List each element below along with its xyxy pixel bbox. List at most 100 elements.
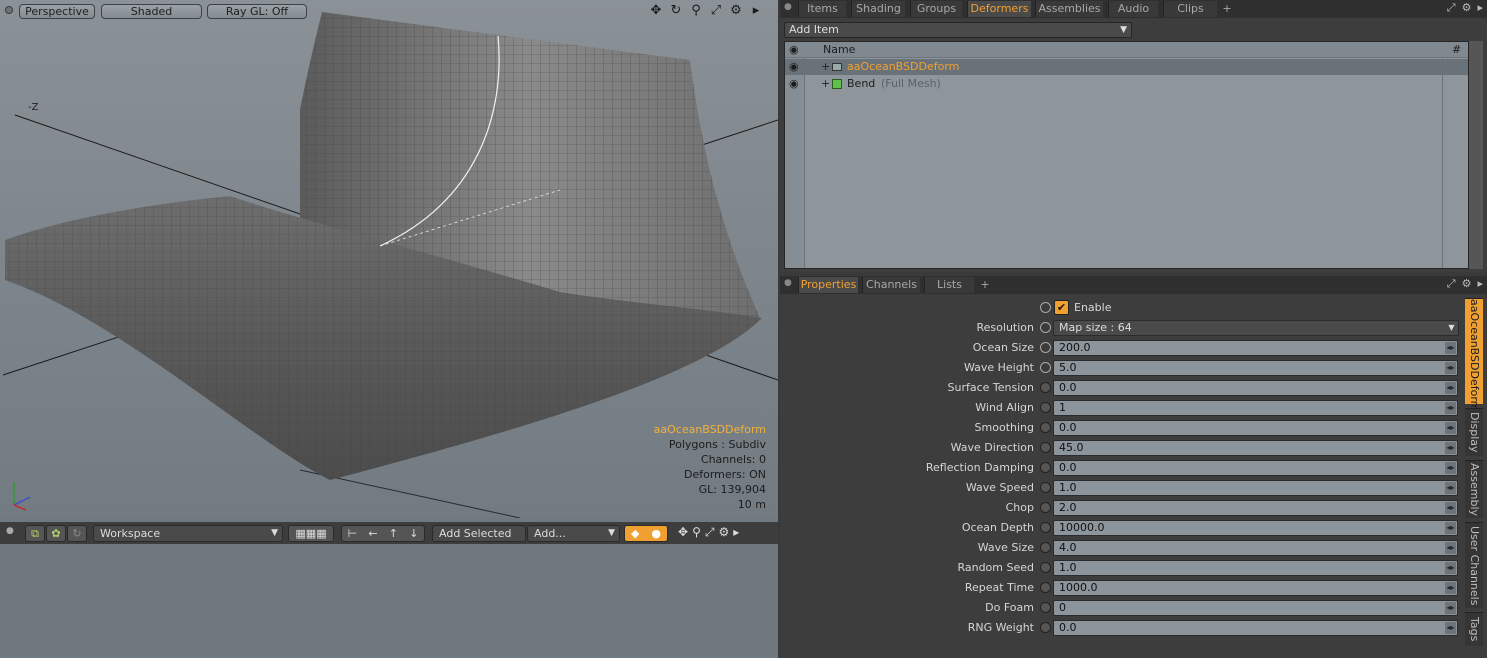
tab-items[interactable]: Items [798, 1, 846, 17]
tab-clips[interactable]: Clips [1163, 1, 1217, 17]
side-tab-assembly[interactable]: Assembly [1465, 460, 1483, 518]
gear-icon[interactable]: ⚙ [718, 525, 729, 540]
property-dropdown[interactable]: Map size : 64 ▼ [1053, 320, 1459, 336]
property-input[interactable]: 0.0 ◂▸ [1053, 460, 1458, 476]
channel-dot[interactable] [1040, 462, 1051, 473]
expand-icon[interactable]: ⤢ [1447, 277, 1456, 291]
property-input[interactable]: 10000.0 ◂▸ [1053, 520, 1458, 536]
eye-icon[interactable]: ◉ [789, 76, 799, 92]
panel-menu-dot[interactable]: ● [784, 278, 792, 288]
channel-dot[interactable] [1040, 502, 1051, 513]
move-icon[interactable]: ✥ [648, 3, 664, 19]
column-hash[interactable]: # [1452, 43, 1461, 56]
gear-icon[interactable]: ⚙ [1462, 277, 1472, 291]
channel-dot[interactable] [1040, 442, 1051, 453]
property-input[interactable]: 1 ◂▸ [1053, 400, 1458, 416]
channel-dot[interactable] [1040, 322, 1051, 333]
tab-channels[interactable]: Channels [862, 277, 920, 293]
spinner-icon[interactable]: ◂▸ [1445, 442, 1456, 454]
item-mode-icon[interactable]: ⧉ [25, 525, 45, 542]
spinner-icon[interactable]: ◂▸ [1445, 362, 1456, 374]
property-input[interactable]: 1.0 ◂▸ [1053, 480, 1458, 496]
eye-icon[interactable]: ◉ [789, 59, 799, 75]
spinner-icon[interactable]: ◂▸ [1445, 562, 1456, 574]
tab-shading[interactable]: Shading [851, 1, 905, 17]
chevron-down-icon[interactable]: ▼ [1446, 322, 1457, 334]
tab-lists[interactable]: Lists [924, 277, 974, 293]
add-selected-button[interactable]: Add Selected [432, 525, 526, 542]
column-name[interactable]: Name [823, 43, 855, 56]
spinner-icon[interactable]: ◂▸ [1445, 462, 1456, 474]
channel-dot[interactable] [1040, 362, 1051, 373]
channel-dot[interactable] [1040, 402, 1051, 413]
enable-checkbox[interactable]: ✔ [1054, 300, 1069, 315]
channel-dot[interactable] [1040, 382, 1051, 393]
workspace-dropdown[interactable]: Workspace ▼ [93, 525, 283, 542]
gear-icon[interactable]: ⚙ [1462, 1, 1472, 15]
side-tab-display[interactable]: Display [1465, 408, 1483, 456]
key-circle-icon[interactable]: ● [651, 526, 661, 541]
spinner-icon[interactable]: ◂▸ [1445, 422, 1456, 434]
tab-audio[interactable]: Audio [1108, 1, 1158, 17]
channel-dot[interactable] [1040, 522, 1051, 533]
expand-plus-icon[interactable]: + [821, 76, 830, 92]
enable-channel-dot[interactable] [1040, 302, 1051, 313]
channel-dot[interactable] [1040, 342, 1051, 353]
channel-dot[interactable] [1040, 582, 1051, 593]
shading-button[interactable]: Shaded [101, 4, 202, 19]
channel-dot[interactable] [1040, 482, 1051, 493]
spinner-icon[interactable]: ◂▸ [1445, 542, 1456, 554]
channel-dot[interactable] [1040, 562, 1051, 573]
property-input[interactable]: 0.0 ◂▸ [1053, 620, 1458, 636]
spinner-icon[interactable]: ◂▸ [1445, 602, 1456, 614]
component-mode-icon[interactable]: ✿ [46, 525, 66, 542]
property-input[interactable]: 0 ◂▸ [1053, 600, 1458, 616]
arrow-right-icon[interactable]: ▸ [733, 525, 739, 540]
arrow-down-icon[interactable]: ↓ [409, 526, 418, 541]
gear-icon[interactable]: ⚙ [728, 3, 744, 19]
layout-grid-icon[interactable]: ▦▦▦ [288, 525, 334, 542]
tree-icon[interactable]: ⊢ [348, 526, 358, 541]
key-diamond-icon[interactable]: ◆ [631, 526, 639, 541]
list-scrollbar[interactable] [1469, 41, 1483, 269]
spinner-icon[interactable]: ◂▸ [1445, 482, 1456, 494]
property-input[interactable]: 2.0 ◂▸ [1053, 500, 1458, 516]
list-item[interactable]: ◉ + aaOceanBSDDeform [785, 59, 1468, 75]
arrow-right-icon[interactable]: ▸ [1477, 277, 1483, 291]
3d-viewport[interactable]: -Z Perspective Shaded Ray GL: Off ✥ ↻ ⚲ … [0, 0, 778, 518]
side-tab-user-channels[interactable]: User Channels [1465, 522, 1483, 608]
arrow-left-icon[interactable]: ← [368, 526, 377, 541]
property-input[interactable]: 4.0 ◂▸ [1053, 540, 1458, 556]
tab-properties[interactable]: Properties [798, 277, 858, 293]
add-item-dropdown[interactable]: Add Item ▼ [784, 22, 1132, 38]
viewport-menu-dot[interactable] [5, 6, 13, 14]
property-input[interactable]: 0.0 ◂▸ [1053, 380, 1458, 396]
rotate-icon[interactable]: ↻ [668, 3, 684, 19]
add-tab-button[interactable]: + [978, 277, 992, 293]
spinner-icon[interactable]: ◂▸ [1445, 402, 1456, 414]
fit-icon[interactable]: ⤢ [705, 525, 715, 540]
side-tab-tags[interactable]: Tags [1465, 612, 1483, 646]
view-mode-button[interactable]: Perspective [19, 4, 95, 19]
expand-icon[interactable]: ⤢ [1447, 1, 1456, 15]
property-input[interactable]: 1.0 ◂▸ [1053, 560, 1458, 576]
move-icon[interactable]: ✥ [678, 525, 688, 540]
property-input[interactable]: 45.0 ◂▸ [1053, 440, 1458, 456]
spinner-icon[interactable]: ◂▸ [1445, 622, 1456, 634]
sync-icon[interactable]: ↻ [67, 525, 87, 542]
zoom-icon[interactable]: ⚲ [692, 525, 701, 540]
expand-plus-icon[interactable]: + [821, 59, 830, 75]
add-dropdown[interactable]: Add... ▼ [527, 525, 620, 542]
arrow-right-icon[interactable]: ▸ [748, 3, 764, 19]
property-input[interactable]: 200.0 ◂▸ [1053, 340, 1458, 356]
tab-assemblies[interactable]: Assemblies [1035, 1, 1103, 17]
list-item[interactable]: ◉ + Bend (Full Mesh) [785, 76, 1468, 92]
arrow-up-icon[interactable]: ↑ [389, 526, 398, 541]
spinner-icon[interactable]: ◂▸ [1445, 342, 1456, 354]
panel-menu-dot[interactable]: ● [784, 2, 792, 12]
raygl-button[interactable]: Ray GL: Off [207, 4, 307, 19]
tab-groups[interactable]: Groups [910, 1, 962, 17]
channel-dot[interactable] [1040, 622, 1051, 633]
fit-icon[interactable]: ⤢ [708, 3, 724, 19]
spinner-icon[interactable]: ◂▸ [1445, 382, 1456, 394]
